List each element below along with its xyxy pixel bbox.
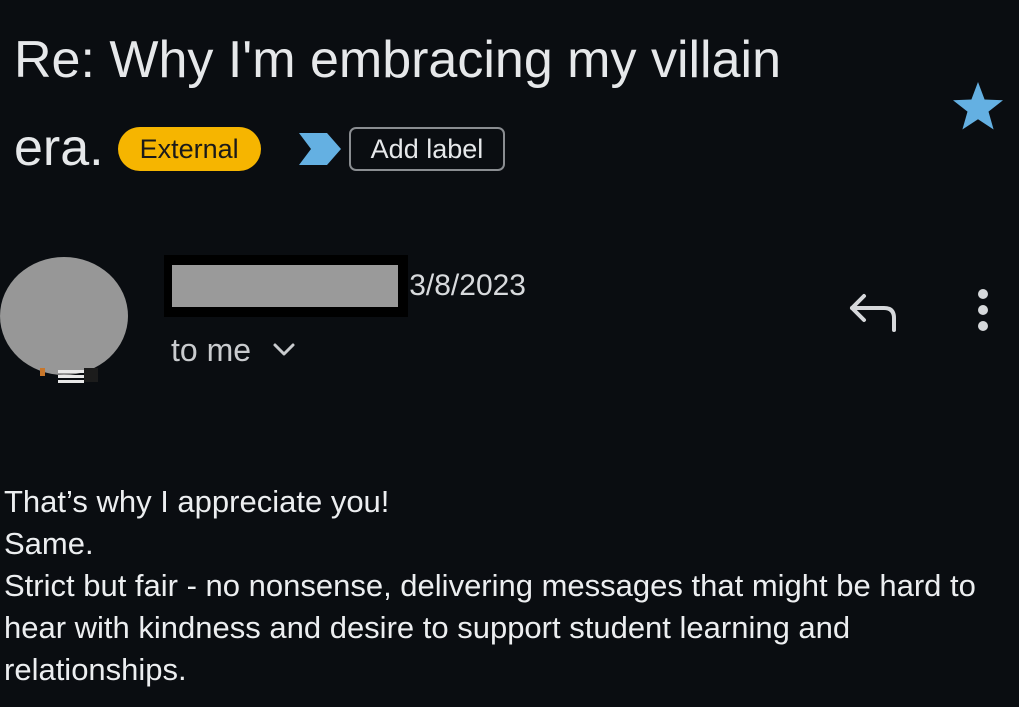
recipient-text: to me [171, 331, 252, 368]
email-date: 3/8/2023 [409, 269, 526, 302]
chevron-down-icon[interactable] [271, 341, 297, 359]
body-line: Strict but fair - no nonsense, deliverin… [4, 568, 976, 687]
email-view: Re: Why I'm embracing my villain era. Ex… [0, 0, 1019, 707]
sender-name-redacted [164, 255, 408, 317]
email-subject-continued: era. [14, 119, 104, 177]
avatar[interactable] [0, 257, 128, 375]
body-line: That’s why I appreciate you! [4, 484, 390, 519]
reply-icon[interactable] [846, 290, 902, 334]
avatar-peek-detail [40, 368, 98, 383]
body-line: Same. [4, 526, 94, 561]
subject-row: era. External Add label [14, 116, 506, 180]
recipient-details-toggle[interactable]: to me [171, 328, 297, 372]
add-label-button[interactable]: Add label [348, 127, 506, 171]
star-icon[interactable] [951, 80, 1005, 132]
email-body: That’s why I appreciate you! Same. Stric… [4, 481, 1009, 691]
email-subject: Re: Why I'm embracing my villain [14, 31, 781, 89]
external-badge: External [117, 127, 261, 171]
redaction-fill [172, 265, 398, 307]
more-vertical-icon[interactable] [966, 288, 1000, 336]
label-tag-icon[interactable] [297, 131, 343, 167]
